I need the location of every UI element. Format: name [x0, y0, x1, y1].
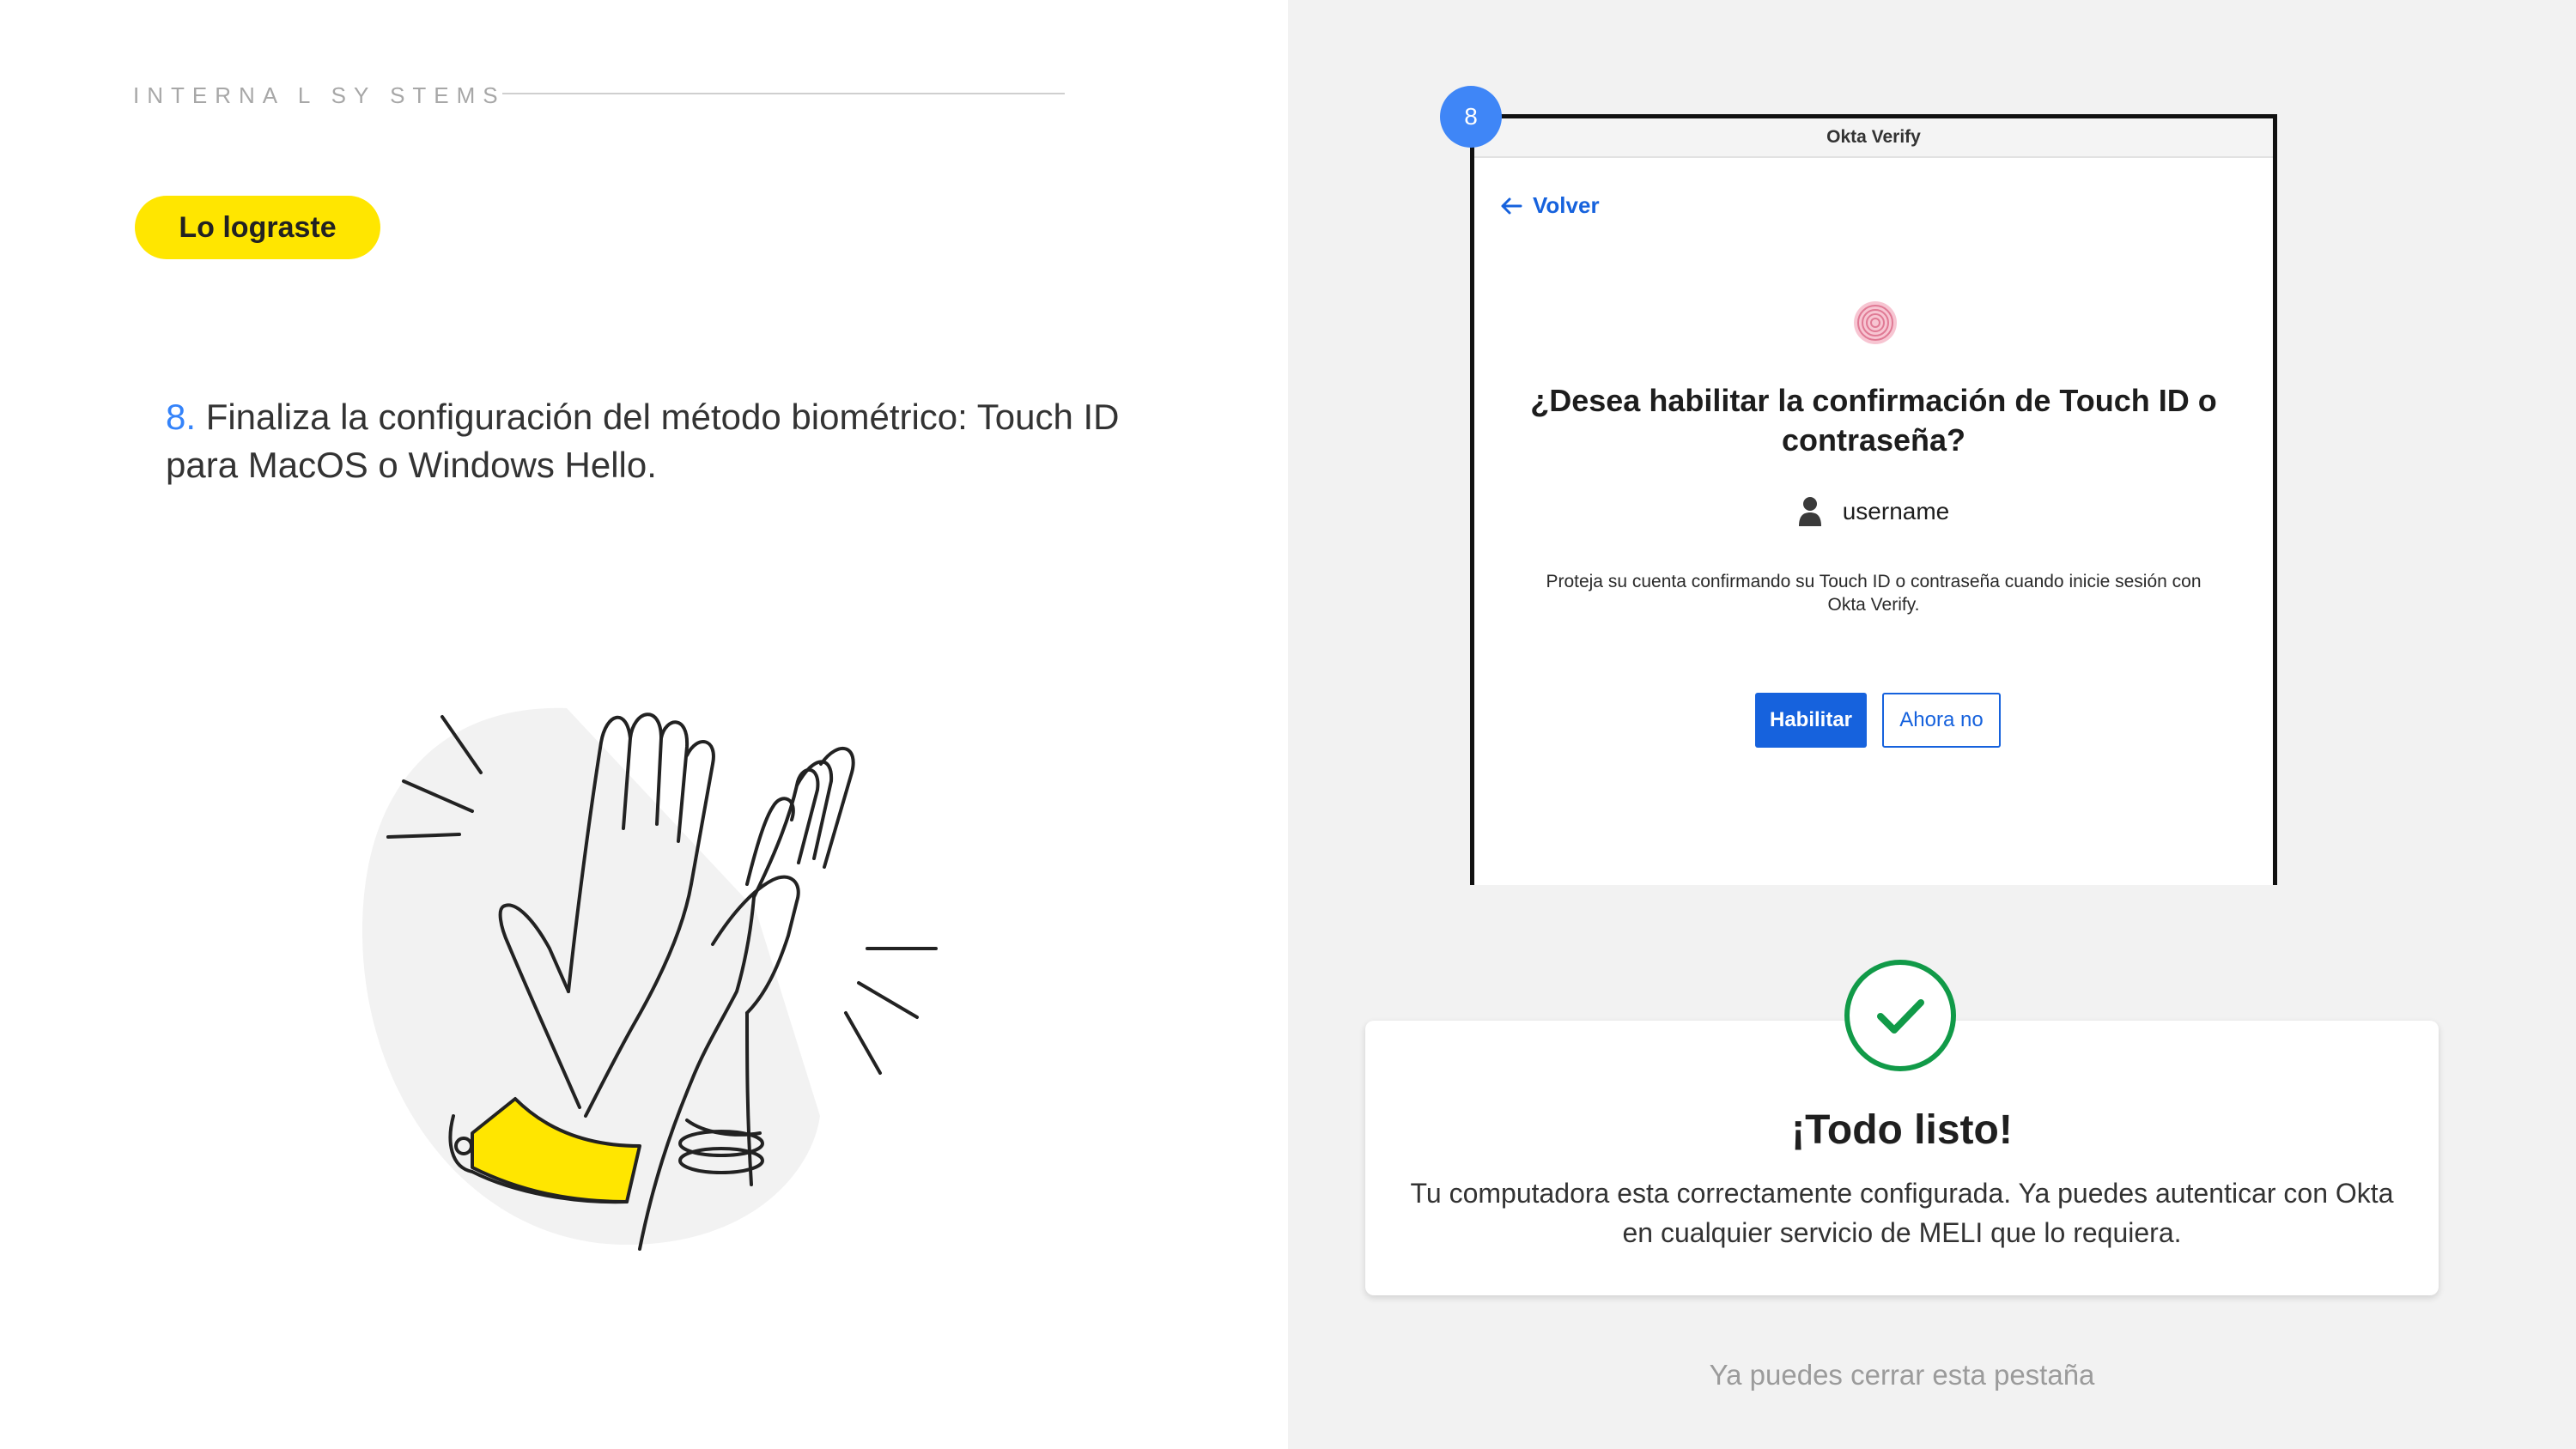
- step-badge: 8: [1440, 86, 1502, 148]
- protect-account-description: Proteja su cuenta confirmando su Touch I…: [1546, 572, 2202, 615]
- user-row: username: [1474, 496, 2273, 527]
- enable-touchid-heading: ¿Desea habilitar la confirmación de Touc…: [1530, 383, 2217, 458]
- not-now-button[interactable]: Ahora no: [1882, 693, 2001, 748]
- header-divider: [502, 93, 1065, 94]
- back-link[interactable]: Volver: [1500, 192, 1600, 219]
- enable-button[interactable]: Habilitar: [1755, 693, 1867, 748]
- close-tab-hint: Ya puedes cerrar esta pestaña: [1709, 1359, 2095, 1391]
- step-instruction: 8. Finaliza la configuración del método …: [166, 393, 1127, 489]
- left-panel: INTERNA L SY STEMS Lo lograste 8. Finali…: [0, 0, 1288, 1449]
- brand-label: INTERNA L SY STEMS: [133, 82, 506, 108]
- high-five-illustration: [361, 707, 938, 1251]
- okta-verify-window: Okta Verify Volver ¿Desea habilitar la c…: [1470, 114, 2277, 885]
- check-circle-icon: [1844, 960, 1956, 1071]
- user-icon: [1798, 497, 1821, 526]
- arrow-left-icon: [1501, 197, 1522, 214]
- success-pill: Lo lograste: [135, 196, 380, 259]
- success-message: Tu computadora esta correctamente config…: [1410, 1178, 2394, 1248]
- step-text: Finaliza la configuración del método bio…: [166, 397, 1120, 485]
- username-label: username: [1842, 498, 1950, 524]
- back-label: Volver: [1533, 192, 1600, 218]
- step-number: 8.: [166, 397, 197, 437]
- success-title: ¡Todo listo!: [1791, 1107, 2013, 1153]
- fingerprint-icon: [1854, 301, 1897, 344]
- window-titlebar: Okta Verify: [1474, 118, 2273, 158]
